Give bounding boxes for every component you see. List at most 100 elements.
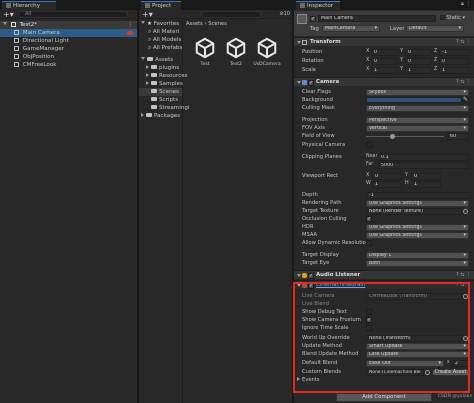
viewport-h-field[interactable]: 1 bbox=[411, 180, 441, 188]
scale-y-field[interactable]: 1 bbox=[405, 66, 431, 74]
viewport-w-field[interactable]: 1 bbox=[372, 180, 402, 188]
transform-header[interactable]: Transform ? ⇆ ⋮ bbox=[294, 37, 474, 46]
favorite-item[interactable]: ⌕ All Materi bbox=[139, 28, 182, 36]
breadcrumb-item[interactable]: Scenes bbox=[208, 21, 227, 27]
component-menu-icon[interactable]: ? ⇆ ⋮ bbox=[456, 38, 471, 47]
expand-arrow-icon[interactable] bbox=[297, 81, 301, 84]
component-menu-icon[interactable]: ? ⇆ ⋮ bbox=[456, 78, 471, 87]
unity-scene-icon[interactable] bbox=[225, 37, 247, 59]
asset-folder[interactable]: plugins bbox=[139, 64, 182, 72]
collapse-arrow-icon[interactable] bbox=[141, 113, 144, 117]
breadcrumb-item[interactable]: Assets bbox=[186, 21, 203, 27]
rotation-z-field[interactable]: 0 bbox=[439, 57, 469, 65]
create-asset-button[interactable]: +▾ bbox=[142, 10, 153, 19]
inspector-tabbar: Inspector ⋮ 🔒︎ bbox=[294, 0, 474, 10]
expand-arrow-icon[interactable] bbox=[3, 22, 7, 25]
count-badge[interactable]: ⊘10 bbox=[279, 11, 290, 17]
static-checkbox[interactable] bbox=[440, 15, 445, 20]
tag-dropdown[interactable]: MainCamera bbox=[322, 25, 380, 32]
collapse-arrow-icon[interactable] bbox=[146, 65, 149, 69]
add-object-button[interactable]: +▾ bbox=[3, 10, 14, 19]
culling-mask-dropdown[interactable]: Everything bbox=[366, 104, 469, 112]
target-texture-field[interactable]: None (Render Texture) bbox=[366, 207, 462, 215]
physical-camera-checkbox[interactable] bbox=[366, 142, 372, 148]
hierarchy-panel: Hierarchy +▾ All Test2* ⋮ Main Camera Di… bbox=[0, 0, 137, 403]
favorite-item[interactable]: ⌕ All Models bbox=[139, 36, 182, 44]
eyedropper-icon[interactable]: ✎ bbox=[463, 96, 468, 104]
msaa-dropdown[interactable]: Use Graphics Settings bbox=[366, 231, 469, 239]
assets-row[interactable]: Assets bbox=[139, 56, 182, 64]
object-picker-icon[interactable] bbox=[463, 208, 468, 214]
more-menu-icon[interactable]: ⋮ bbox=[465, 1, 471, 7]
camera-enabled-checkbox[interactable]: ✓ bbox=[308, 79, 314, 86]
active-checkbox[interactable]: ✓ bbox=[310, 16, 316, 22]
add-component-button[interactable]: Add Component bbox=[336, 393, 432, 402]
component-menu-icon[interactable]: ? ⇆ ⋮ bbox=[456, 271, 471, 280]
audio-listener-header[interactable]: ✓ Audio Listener ? ⇆ ⋮ bbox=[294, 270, 474, 279]
hierarchy-item[interactable]: Directional Light bbox=[0, 37, 137, 45]
layer-dropdown[interactable]: Default bbox=[406, 25, 464, 32]
w-axis-label: W bbox=[366, 181, 371, 186]
asset-folder[interactable]: Scripts bbox=[139, 96, 182, 104]
asset-folder[interactable]: Resources bbox=[139, 72, 188, 80]
scale-z-field[interactable]: 1 bbox=[439, 66, 469, 74]
favorites-row[interactable]: ★ Favorites bbox=[139, 20, 182, 28]
projection-row: Projection Perspective bbox=[294, 116, 474, 124]
expand-arrow-icon[interactable] bbox=[141, 57, 145, 60]
hdr-dropdown[interactable]: Use Graphics Settings bbox=[366, 223, 469, 231]
hierarchy-search-input[interactable]: All bbox=[18, 11, 128, 18]
hierarchy-item[interactable]: CMFreeLook bbox=[0, 61, 137, 69]
dynamic-resolution-checkbox[interactable] bbox=[366, 240, 372, 246]
hierarchy-item[interactable]: GameManager bbox=[0, 45, 137, 53]
camera-header[interactable]: ✓ Camera ? ⇆ ⋮ bbox=[294, 77, 474, 86]
projection-dropdown[interactable]: Perspective bbox=[366, 116, 469, 124]
tab-hierarchy[interactable]: Hierarchy bbox=[2, 1, 56, 10]
asset-folder[interactable]: Scenes bbox=[139, 88, 182, 96]
fov-slider-track[interactable] bbox=[366, 136, 444, 137]
hierarchy-item[interactable]: ObjPosition bbox=[0, 53, 137, 61]
scene-menu-icon[interactable]: ⋮ bbox=[127, 21, 133, 29]
rotation-y-field[interactable]: 0 bbox=[405, 57, 431, 65]
unity-scene-icon[interactable] bbox=[194, 37, 216, 59]
position-x-field[interactable]: 0 bbox=[371, 48, 397, 56]
position-z-field[interactable]: -1 bbox=[439, 48, 469, 56]
clear-flags-dropdown[interactable]: Skybox bbox=[366, 88, 469, 96]
object-name-field[interactable]: Main Camera bbox=[318, 15, 436, 22]
near-field[interactable]: 0.1 bbox=[378, 153, 469, 161]
fov-slider-handle[interactable] bbox=[389, 134, 395, 139]
packages-row[interactable]: Packages bbox=[139, 112, 182, 120]
asset-folder[interactable]: Samples bbox=[139, 80, 183, 88]
tab-inspector[interactable]: Inspector bbox=[296, 1, 340, 10]
scale-x-field[interactable]: 1 bbox=[371, 66, 397, 74]
expand-arrow-icon[interactable] bbox=[297, 274, 301, 277]
rendering-path-dropdown[interactable]: Use Graphics Settings bbox=[366, 199, 469, 207]
occlusion-checkbox[interactable]: ✓ bbox=[366, 216, 372, 222]
depth-row: Depth -1 bbox=[294, 191, 474, 199]
depth-field[interactable]: -1 bbox=[366, 191, 469, 199]
fov-value-field[interactable]: 60 bbox=[447, 132, 469, 140]
fov-axis-dropdown[interactable]: Vertical bbox=[366, 124, 469, 132]
position-y-field[interactable]: 0 bbox=[405, 48, 431, 56]
static-toggle[interactable]: Static ▾ bbox=[440, 15, 465, 21]
asset-folder[interactable]: Streamingi bbox=[139, 104, 189, 112]
audio-listener-checkbox[interactable]: ✓ bbox=[308, 272, 314, 279]
rotation-x-field[interactable]: 0 bbox=[371, 57, 397, 65]
project-search-input[interactable] bbox=[201, 11, 261, 18]
favorite-item[interactable]: ⌕ All Prefabs bbox=[139, 44, 182, 52]
viewport-x-field[interactable]: 0 bbox=[372, 172, 402, 180]
target-eye-dropdown[interactable]: Both bbox=[366, 259, 469, 267]
collapse-arrow-icon[interactable] bbox=[146, 73, 149, 77]
unity-scene-icon[interactable] bbox=[256, 37, 278, 59]
far-field[interactable]: 5000 bbox=[378, 161, 469, 169]
target-display-dropdown[interactable]: Display 1 bbox=[366, 251, 469, 259]
expand-arrow-icon[interactable] bbox=[141, 21, 145, 24]
lock-icon[interactable]: 🔒︎ bbox=[461, 1, 464, 8]
tab-project[interactable]: Project bbox=[141, 1, 181, 10]
hierarchy-item[interactable]: Main Camera bbox=[0, 29, 137, 37]
expand-arrow-icon[interactable] bbox=[297, 41, 301, 44]
scene-row[interactable]: Test2* ⋮ bbox=[0, 21, 137, 29]
clipping-far-row: Far 5000 bbox=[294, 161, 474, 169]
viewport-y-field[interactable]: 0 bbox=[411, 172, 441, 180]
background-color-swatch[interactable] bbox=[366, 97, 462, 103]
collapse-arrow-icon[interactable] bbox=[146, 81, 149, 85]
